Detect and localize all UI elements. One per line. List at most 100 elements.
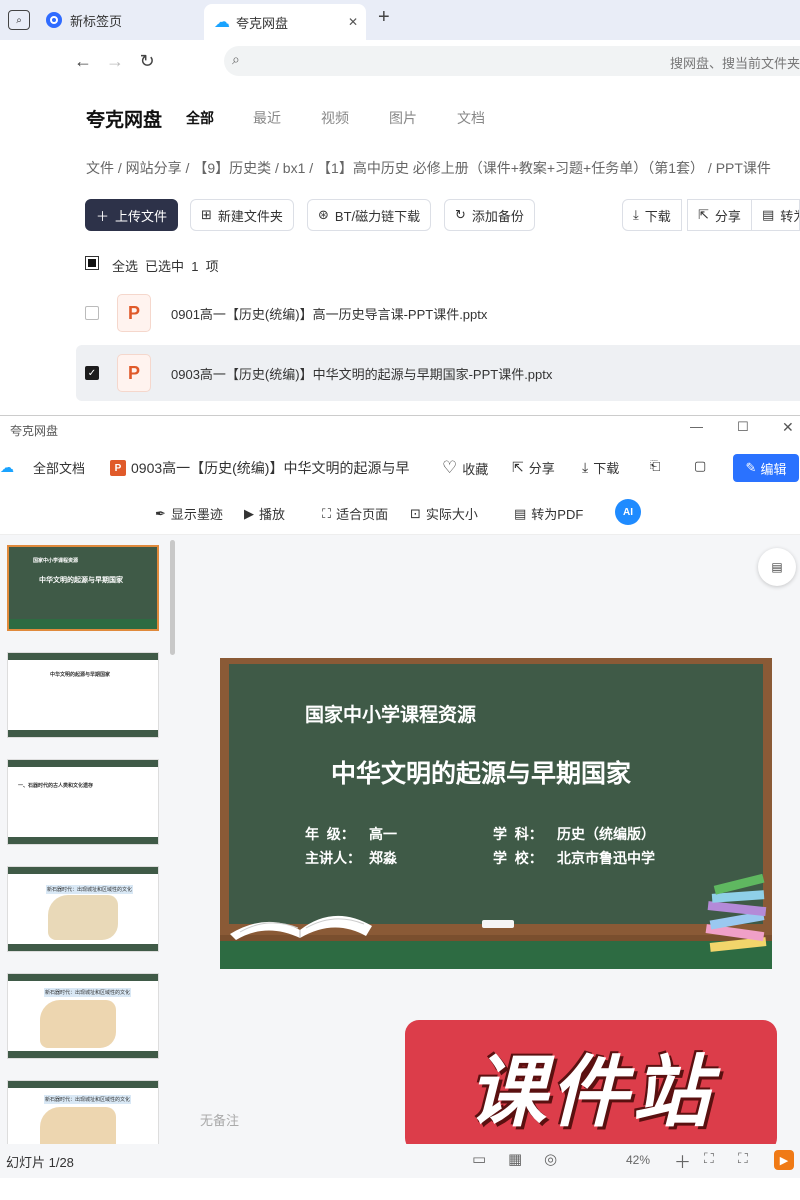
edit-icon: ✎ [745,460,757,475]
main-slide: 国家中小学课程资源 中华文明的起源与早期国家 年 级： 高一 学 科： 历史（统… [220,658,772,969]
chalk-tray [220,935,772,969]
viewer-share-label: 分享 [528,461,555,476]
thumb-map [48,895,118,940]
search-input[interactable]: ⌕ 搜网盘、搜当前文件夹 [224,46,800,76]
play-button[interactable]: ▶ 播放 [244,504,285,523]
slide-header: 国家中小学课程资源 [305,705,477,726]
reload-icon[interactable]: ↻ [136,50,158,72]
slide-thumbnail[interactable]: 中华文明的起源与早期国家 [7,652,159,738]
slide-thumbnail[interactable]: 国家中小学课程资源 中华文明的起源与早期国家 [7,545,159,631]
file-row[interactable]: ✓ P 0903高一【历史(统编)】中华文明的起源与早期国家-PPT课件.ppt… [76,345,800,401]
all-docs-button[interactable]: ☁ 全部文档 [0,458,85,477]
nav-docs[interactable]: 文档 [457,108,485,128]
file-checkbox-checked[interactable]: ✓ [85,366,99,380]
nav-all[interactable]: 全部 [186,108,214,128]
thumbnail-panel: 国家中小学课程资源 中华文明的起源与早期国家 中华文明的起源与早期国家 一、石器… [0,535,180,1155]
close-window-icon[interactable]: ✕ [782,419,794,436]
close-tab-icon[interactable]: ✕ [348,15,358,29]
to-pdf-button[interactable]: ▤ 转为PDF [514,504,583,523]
share-label: 分享 [714,208,741,224]
pen-icon: ✒ [155,505,166,521]
edit-button[interactable]: ✎ 编辑 [733,454,799,482]
file-row[interactable]: P 0901高一【历史(统编)】高一历史导言课-PPT课件.pptx [76,285,800,341]
download-icon: ⤓ [633,207,639,222]
present-icon[interactable]: ▶ [774,1150,794,1170]
download-button[interactable]: ⤓ 下载 [622,199,682,231]
fullscreen-icon[interactable]: ⛶ [738,1150,748,1167]
thumbnail-scrollbar[interactable] [170,540,175,655]
slide-grade: 高一 [369,826,397,842]
slide-subject-label: 学 科： [493,826,543,842]
zoom-level: 42% [626,1153,651,1167]
select-all-label[interactable]: 全选 [112,256,138,275]
upload-label: 上传文件 [115,208,168,224]
slide-title: 中华文明的起源与早期国家 [331,760,632,788]
feedback-icon[interactable]: ▢ [694,458,706,474]
pptx-file-icon: P [117,294,151,332]
nav-image[interactable]: 图片 [389,108,417,128]
bt-download-button[interactable]: ⊛ BT/磁力链下载 [307,199,432,231]
actual-label: 实际大小 [425,507,478,522]
slide-thumbnail[interactable]: 新石器时代：出现城址和区域性的文化 [7,973,159,1059]
collect-button[interactable]: ♡ 收藏 [442,458,488,478]
add-backup-button[interactable]: ↻ 添加备份 [444,199,535,231]
slide-speaker: 郑淼 [369,850,397,866]
download-icon: ⤓ [582,459,589,475]
select-all-checkbox[interactable] [85,256,99,270]
search-icon: ⌕ [232,51,240,67]
watermark-stamp: 课件站 [405,1020,777,1152]
pdf-icon: ▤ [514,505,527,521]
file-checkbox[interactable] [85,306,99,320]
tab-new-tab[interactable]: 新标签页 [38,4,198,36]
pdf-float-icon[interactable]: ▤ [758,548,796,586]
tab-search-icon[interactable]: ⌕ [8,10,30,30]
viewer-toolbar [0,489,800,535]
grid-view-icon[interactable]: ▦ [508,1150,522,1168]
notes-toggle-icon[interactable]: ▭ [472,1150,486,1168]
collect-label: 收藏 [462,461,489,477]
back-icon[interactable]: ← [72,50,94,72]
slide-counter: 幻灯片 1/28 [6,1155,74,1170]
slide-school-label: 学 校： [493,850,543,866]
maximize-icon[interactable]: ☐ [737,419,749,435]
fit-window-icon[interactable]: ⛶ [704,1150,714,1167]
selected-count: 已选中 1 项 [145,259,219,274]
ai-icon[interactable]: AI [615,499,641,525]
share-button[interactable]: ⇱ 分享 [687,199,752,231]
slide-thumbnail[interactable]: 一、石器时代的古人类和文化遗存 [7,759,159,845]
export-icon[interactable]: ⎗ [650,458,660,474]
nav-recent[interactable]: 最近 [253,108,281,128]
open-book-illustration [230,915,372,940]
slide-school: 北京市鲁迅中学 [557,850,655,866]
fit-page-button[interactable]: ⛶ 适合页面 [322,504,388,523]
fit-icon: ⛶ [322,505,332,521]
slide-thumbnail[interactable]: 新石器时代：出现城址和区域性的文化 [7,866,159,952]
new-folder-button[interactable]: ⊞ 新建文件夹 [190,199,294,231]
thumb-title: 中华文明的起源与早期国家 [39,577,123,584]
ink-label: 显示墨迹 [170,507,223,522]
thumb-map [40,1000,116,1048]
viewer-share-button[interactable]: ⇱ 分享 [512,458,555,477]
tab-quark-disk[interactable]: ☁ 夸克网盘 ✕ [204,4,366,40]
actual-size-button[interactable]: ⊡ 实际大小 [410,504,478,523]
file-name[interactable]: 0901高一【历史(统编)】高一历史导言课-PPT课件.pptx [171,304,487,323]
heart-icon: ♡ [442,458,458,477]
new-tab-button[interactable]: + [378,6,390,29]
pdf-label: 转为PDF [531,507,584,522]
edit-label: 编辑 [760,461,787,477]
folder-plus-icon: ⊞ [201,207,212,222]
file-name[interactable]: 0903高一【历史(统编)】中华文明的起源与早期国家-PPT课件.pptx [171,364,552,383]
globe-icon[interactable]: ◎ [544,1150,557,1168]
ppt-icon: P [110,460,126,476]
viewer-download-button[interactable]: ⤓ 下载 [582,458,619,477]
upload-button[interactable]: ＋ 上传文件 [85,199,179,231]
minimize-icon[interactable]: — [690,419,703,434]
ink-button[interactable]: ✒ 显示墨迹 [155,504,223,523]
thumb-tray [9,619,157,629]
breadcrumb[interactable]: 文件 / 网站分享 / 【9】历史类 / bx1 / 【1】高中历史 必修上册（… [86,158,771,178]
nav-video[interactable]: 视频 [321,108,349,128]
forward-icon[interactable]: → [104,50,126,72]
zoom-in-icon[interactable]: ＋ [674,1148,691,1173]
convert-button[interactable]: ▤ 转为 [751,199,800,231]
cloud-icon: ☁ [214,14,230,31]
